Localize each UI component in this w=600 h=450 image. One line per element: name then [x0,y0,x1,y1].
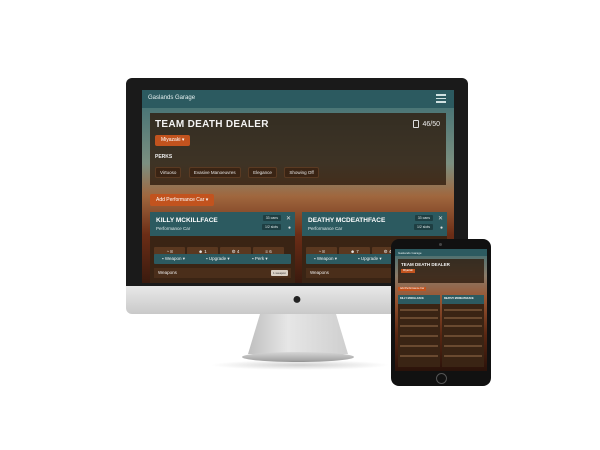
navbar: Gaslands Garage [142,90,454,108]
divider [400,325,438,327]
brand-link[interactable]: Gaslands Garage [148,95,195,101]
sponsor-dropdown[interactable]: Miyazaki ▾ [155,135,191,146]
phone-icon [413,120,420,128]
add-perk-dropdown[interactable]: ▪ Perk ▾ [252,254,268,264]
weapons-label: Weapons [158,270,177,275]
divider [444,325,482,327]
vehicle-card-header: KILLY MCKILLFACE Performance Car 33 cans… [150,212,295,236]
cans-counter: 46/50 [413,120,440,128]
divider [444,345,482,347]
vehicle-card-header: DEATHY MCDEATHFACE Performance Car 33 ca… [302,212,447,236]
add-upgrade-dropdown[interactable]: ▪ Upgrade ▾ [206,254,230,264]
perk-tag[interactable]: Showing Off [284,167,319,178]
divider [444,317,482,319]
tablet-vehicle-header: DEATHY MCDEATHFACE [442,295,484,304]
vehicle-cans-badge: 33 cans [262,215,281,221]
tablet-brand[interactable]: Gaslands Garage [398,251,422,255]
monitor-stand [248,314,348,354]
vehicle-slots-badge: 1/2 slots [261,224,281,230]
team-name[interactable]: TEAM DEATH DEALER [155,119,269,130]
add-weapon-dropdown[interactable]: ▪ Weapon ▾ [314,254,337,264]
vehicle-card: KILLY MCKILLFACE Performance Car 33 cans… [150,212,295,283]
close-icon[interactable]: ✕ [438,215,443,222]
vehicle-type: Performance Car [156,226,191,231]
menu-icon[interactable] [436,94,446,103]
tablet-vehicle-name[interactable]: DEATHY MCDEATHFACE [444,297,474,300]
weapons-section: Weapons 1 weapon [154,268,291,278]
sponsor-label: Miyazaki [161,137,181,143]
add-upgrade-dropdown[interactable]: ▪ Upgrade ▾ [358,254,382,264]
tablet-vehicle-name[interactable]: KILLY MCKILLFACE [400,297,424,300]
monitor-shadow [210,360,390,370]
divider [444,309,482,311]
perk-list: Virtuoso Evasive Manoeuvres Elegance Sho… [155,161,322,179]
add-weapon-dropdown[interactable]: ▪ Weapon ▾ [162,254,185,264]
vehicle-type: Performance Car [308,226,343,231]
divider [444,335,482,337]
vehicle-actions: ▪ Weapon ▾ ▪ Upgrade ▾ ▪ Perk ▾ [154,254,291,264]
vehicle-cans-badge: 33 cans [414,215,433,221]
perk-tag[interactable]: Evasive Manoeuvres [188,167,241,178]
perks-heading: PERKS [155,154,173,160]
perk-tag[interactable]: Virtuoso [155,167,182,178]
chevron-down-icon: ▾ [205,197,209,203]
weapons-label: Weapons [310,270,329,275]
divider [444,355,482,357]
tablet-screen: Gaslands Garage TEAM DEATH DEALER Miyaza… [395,249,487,371]
divider [400,317,438,319]
tablet-vehicle-card: KILLY MCKILLFACE [398,295,440,367]
comment-icon[interactable]: ● [288,225,291,231]
camera-icon [439,243,442,246]
tablet-team-name[interactable]: TEAM DEATH DEALER [401,262,450,267]
tablet-device: Gaslands Garage TEAM DEATH DEALER Miyaza… [391,239,491,386]
add-vehicle-button[interactable]: Add Performance Car ▾ [150,194,215,206]
divider [400,355,438,357]
tablet-vehicle-header: KILLY MCKILLFACE [398,295,440,304]
tablet-vehicle-card: DEATHY MCDEATHFACE [442,295,484,367]
tablet-add-vehicle-button[interactable]: Add Performance Car [398,287,427,291]
comment-icon[interactable]: ● [440,225,443,231]
add-vehicle-label: Add Performance Car [156,197,205,203]
vehicle-slots-badge: 1/2 slots [413,224,433,230]
tablet-team-header: TEAM DEATH DEALER Miyazaki [398,259,484,283]
weapon-count-badge: 1 weapon [270,270,288,276]
tablet-sponsor-dropdown[interactable]: Miyazaki [401,269,415,273]
perk-tag[interactable]: Elegance [248,167,277,178]
divider [400,345,438,347]
vehicle-name[interactable]: DEATHY MCDEATHFACE [308,217,385,224]
divider [400,335,438,337]
vehicle-name[interactable]: KILLY MCKILLFACE [156,217,218,224]
apple-logo-icon: ● [292,291,302,308]
team-header: TEAM DEATH DEALER 46/50 Miyazaki ▾ PERKS… [150,113,446,185]
chevron-down-icon: ▾ [181,137,185,143]
tablet-navbar: Gaslands Garage [395,249,487,256]
cans-value: 46/50 [422,120,440,128]
divider [400,309,438,311]
close-icon[interactable]: ✕ [286,215,291,222]
home-button-icon[interactable] [436,373,447,384]
